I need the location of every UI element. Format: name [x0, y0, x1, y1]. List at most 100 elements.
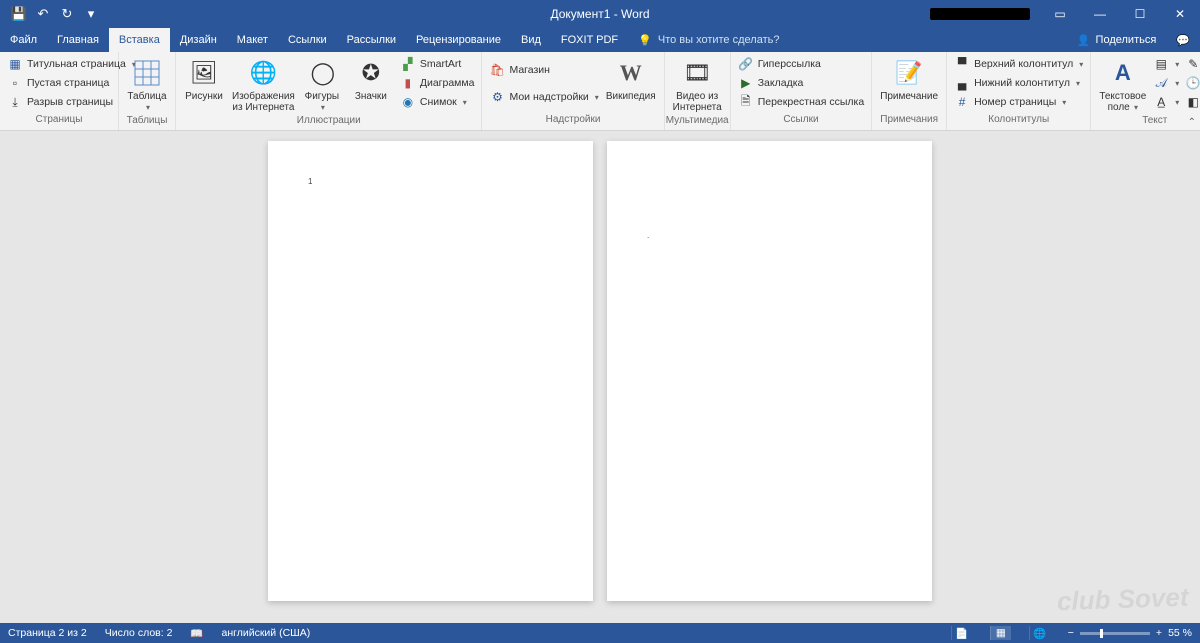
- comments-pane-button[interactable]: 💬: [1166, 28, 1200, 52]
- zoom-slider[interactable]: [1080, 632, 1150, 635]
- tab-design[interactable]: Дизайн: [170, 28, 227, 52]
- pictures-label: Рисунки: [185, 91, 223, 102]
- tab-layout[interactable]: Макет: [227, 28, 278, 52]
- group-label: Текст: [1091, 115, 1200, 130]
- zoom-out-button[interactable]: −: [1068, 627, 1074, 639]
- share-button[interactable]: 👤Поделиться: [1067, 28, 1166, 52]
- dropdown-icon: ▾: [1132, 103, 1138, 112]
- wordart-button[interactable]: 𝒜▾: [1150, 74, 1182, 92]
- tab-review[interactable]: Рецензирование: [406, 28, 511, 52]
- date-time-button[interactable]: 🕒: [1182, 74, 1200, 92]
- view-print-layout[interactable]: ▦: [990, 626, 1011, 640]
- page-break-label: Разрыв страницы: [27, 96, 113, 108]
- signature-button[interactable]: ✎▾: [1182, 55, 1200, 73]
- page-break-button[interactable]: ⤓ Разрыв страницы: [4, 93, 114, 111]
- footer-icon: ▄: [954, 75, 970, 91]
- maximize-button[interactable]: ☐: [1120, 0, 1160, 28]
- store-label: Магазин: [509, 64, 550, 76]
- quick-parts-icon: ▤: [1153, 56, 1169, 72]
- page-2-content: .: [647, 231, 649, 240]
- redo-button[interactable]: ↻: [56, 3, 78, 25]
- table-button[interactable]: Таблица ▾: [123, 55, 171, 115]
- dropdown-icon: ▾: [1079, 60, 1083, 69]
- cross-reference-button[interactable]: 🗎Перекрестная ссылка: [735, 93, 867, 111]
- pictures-button[interactable]: 🖼Рисунки: [180, 55, 228, 104]
- hyperlink-icon: 🔗: [738, 56, 754, 72]
- status-page[interactable]: Страница 2 из 2: [8, 627, 87, 639]
- tab-file[interactable]: Файл: [0, 28, 47, 52]
- shapes-label: Фигуры: [305, 91, 339, 102]
- zoom-level[interactable]: 55 %: [1168, 627, 1192, 639]
- icons-button[interactable]: ✪Значки: [347, 55, 395, 104]
- tab-foxit[interactable]: FOXIT PDF: [551, 28, 628, 52]
- my-addins-button[interactable]: ⚙Мои надстройки▾: [486, 88, 601, 106]
- online-video-button[interactable]: 🎞Видео из Интернета: [669, 55, 726, 115]
- save-button[interactable]: 💾: [8, 3, 30, 25]
- text-box-label: Текстовое поле: [1099, 91, 1146, 113]
- cross-ref-icon: 🗎: [738, 94, 754, 110]
- group-media: 🎞Видео из Интернета Мультимедиа: [665, 52, 731, 130]
- group-label: Примечания: [872, 114, 946, 130]
- tab-insert[interactable]: Вставка: [109, 28, 170, 52]
- hyperlink-button[interactable]: 🔗 Гиперссылка: [735, 55, 867, 73]
- ribbon-display-button[interactable]: ▭: [1040, 0, 1080, 28]
- status-word-count[interactable]: Число слов: 2: [105, 627, 173, 639]
- group-links: 🔗 Гиперссылка ▶Закладка 🗎Перекрестная ссы…: [731, 52, 872, 130]
- bookmark-label: Закладка: [758, 77, 804, 89]
- comment-button[interactable]: 📝Примечание: [876, 55, 942, 104]
- ribbon-tabs: Файл Главная Вставка Дизайн Макет Ссылки…: [0, 28, 1200, 52]
- group-label: Мультимедиа: [665, 115, 730, 130]
- view-read-mode[interactable]: 📄: [951, 626, 972, 640]
- page-1[interactable]: 1: [268, 141, 593, 601]
- group-label: Страницы: [0, 114, 118, 130]
- collapse-ribbon-button[interactable]: ⌃: [1188, 117, 1196, 128]
- drop-cap-button[interactable]: A̲▾: [1150, 93, 1182, 111]
- dropdown-icon: ▾: [595, 93, 599, 102]
- bookmark-button[interactable]: ▶Закладка: [735, 74, 867, 92]
- page-number-icon: #: [954, 94, 970, 110]
- online-pictures-button[interactable]: 🌐Изображения из Интернета: [228, 55, 299, 115]
- tell-me-search[interactable]: 💡Что вы хотите сделать?: [628, 28, 789, 52]
- status-spellcheck-icon[interactable]: 📖: [190, 627, 203, 640]
- zoom-in-button[interactable]: +: [1156, 627, 1162, 639]
- text-box-button[interactable]: AТекстовое поле ▾: [1095, 55, 1150, 115]
- my-addins-label: Мои надстройки: [509, 91, 588, 103]
- document-canvas[interactable]: 1 .: [0, 131, 1200, 629]
- chart-button[interactable]: ▮Диаграмма: [397, 74, 478, 92]
- view-web-layout[interactable]: 🌐: [1029, 626, 1050, 640]
- window-controls: ▭ — ☐ ✕: [930, 0, 1200, 28]
- object-button[interactable]: ◧▾: [1182, 93, 1200, 111]
- footer-button[interactable]: ▄Нижний колонтитул▾: [951, 74, 1086, 92]
- account-redacted: [930, 8, 1030, 20]
- quick-parts-button[interactable]: ▤▾: [1150, 55, 1182, 73]
- tab-references[interactable]: Ссылки: [278, 28, 337, 52]
- store-button[interactable]: 🛍Магазин: [486, 61, 601, 79]
- screenshot-button[interactable]: ◉Снимок▾: [397, 93, 478, 111]
- blank-page-button[interactable]: ▫Пустая страница: [4, 74, 114, 92]
- tab-home[interactable]: Главная: [47, 28, 109, 52]
- status-language[interactable]: английский (США): [221, 627, 310, 639]
- undo-button[interactable]: ↶: [32, 3, 54, 25]
- group-illustrations: 🖼Рисунки 🌐Изображения из Интернета ◯ Фигу…: [176, 52, 482, 130]
- icons-icon: ✪: [355, 57, 387, 89]
- close-button[interactable]: ✕: [1160, 0, 1200, 28]
- tab-view[interactable]: Вид: [511, 28, 551, 52]
- cover-page-button[interactable]: ▦Титульная страница▾: [4, 55, 114, 73]
- dropdown-icon: ▾: [1175, 60, 1179, 69]
- dropdown-icon: ▾: [321, 103, 325, 112]
- shapes-button[interactable]: ◯ Фигуры ▾: [299, 55, 347, 115]
- blank-page-label: Пустая страница: [27, 77, 109, 89]
- wikipedia-button[interactable]: WВикипедия: [602, 55, 660, 104]
- page-break-icon: ⤓: [7, 94, 23, 110]
- minimize-button[interactable]: —: [1080, 0, 1120, 28]
- hyperlink-label: Гиперссылка: [758, 58, 821, 70]
- page-number-button[interactable]: #Номер страницы▾: [951, 93, 1086, 111]
- page-2[interactable]: .: [607, 141, 932, 601]
- window-title: Документ1 - Word: [550, 7, 649, 21]
- smartart-button[interactable]: ▞SmartArt: [397, 55, 478, 73]
- shapes-icon: ◯: [307, 57, 339, 89]
- qat-customize-button[interactable]: ▾: [80, 3, 102, 25]
- header-button[interactable]: ▀Верхний колонтитул▾: [951, 55, 1086, 73]
- dropdown-icon: ▾: [146, 103, 150, 112]
- tab-mailings[interactable]: Рассылки: [337, 28, 406, 52]
